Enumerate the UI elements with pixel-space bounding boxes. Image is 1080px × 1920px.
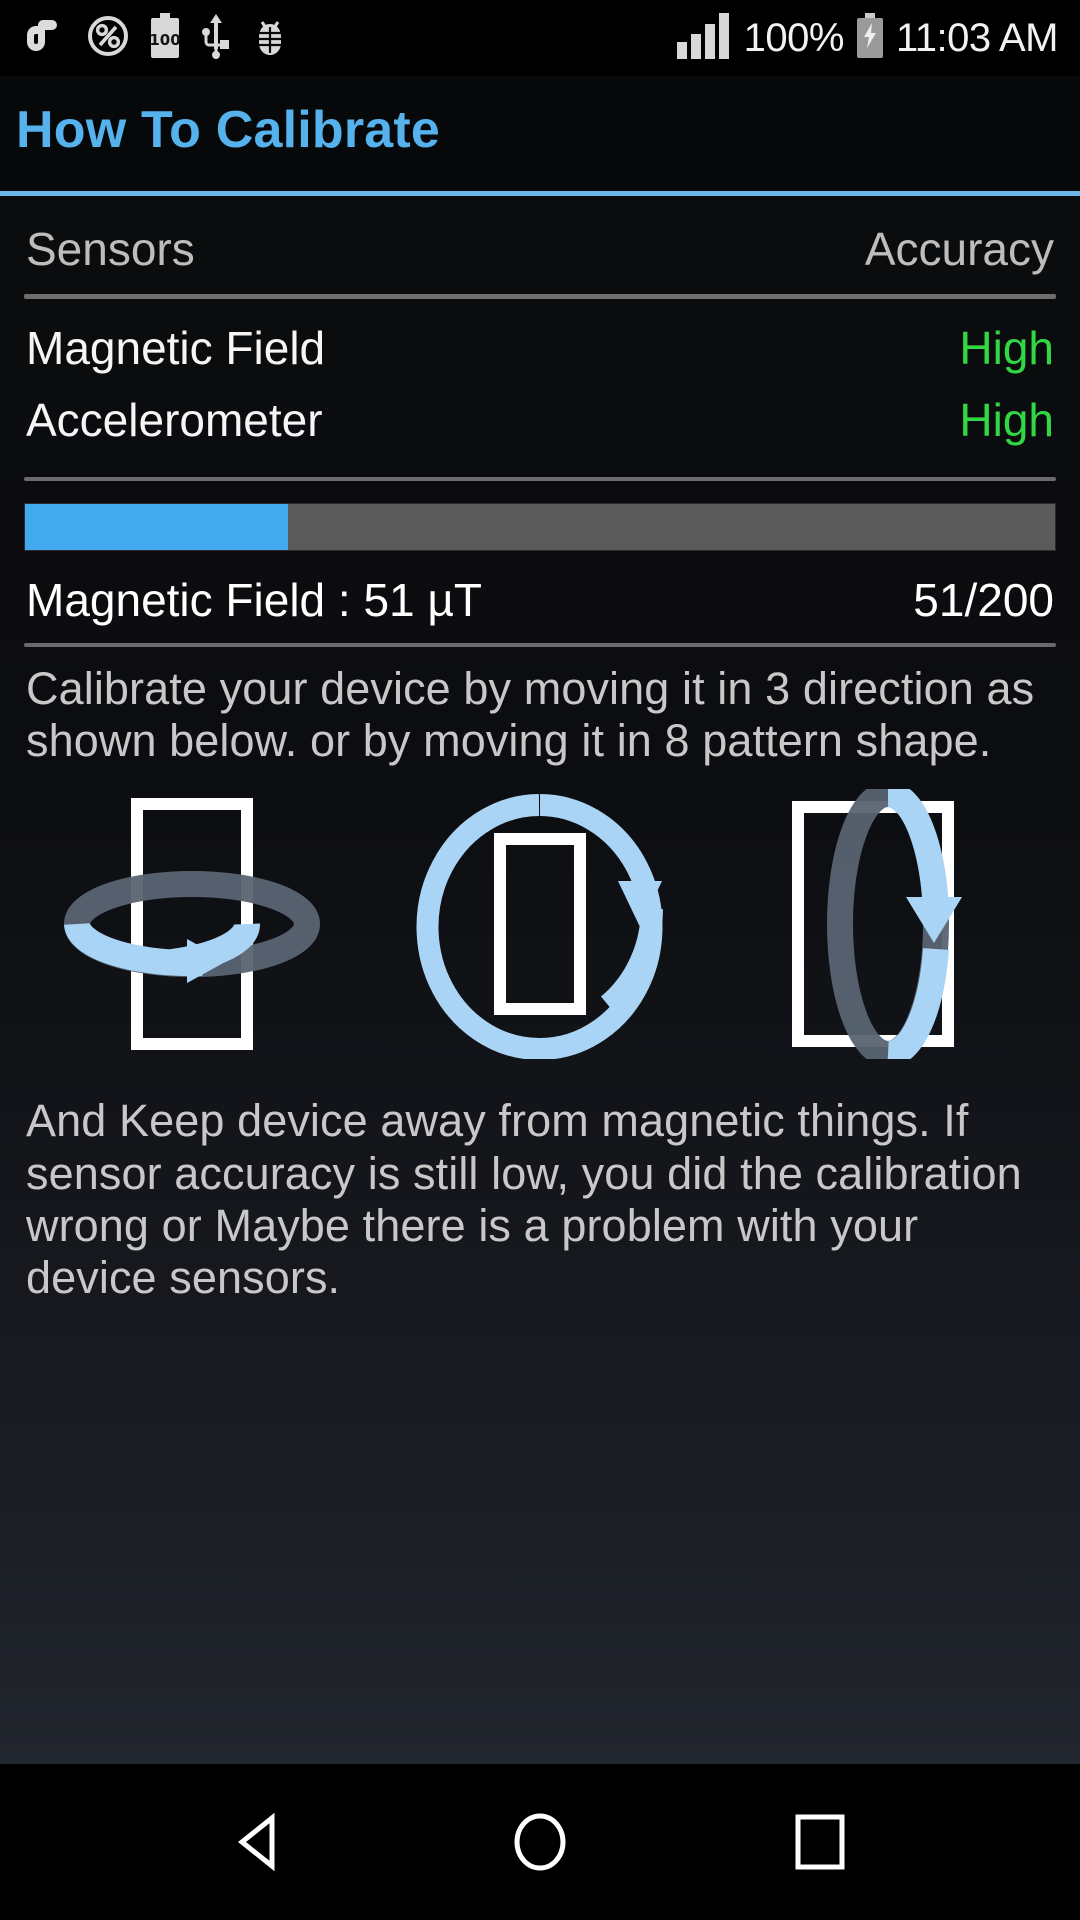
usb-icon xyxy=(200,12,232,65)
signal-bars-icon xyxy=(676,12,734,65)
title-bar: How To Calibrate xyxy=(0,76,1080,196)
divider-under-sensor-rows xyxy=(24,477,1056,481)
home-button[interactable] xyxy=(480,1782,600,1902)
rotate-vertical-illustration xyxy=(738,781,1038,1068)
recents-button[interactable] xyxy=(760,1782,880,1902)
page-title: How To Calibrate xyxy=(16,100,441,159)
clock-label: 11:03 AM xyxy=(895,16,1059,60)
sensor-name-label: Accelerometer xyxy=(26,394,323,446)
status-bar-right-icons: 100% 11:03 AM xyxy=(676,12,1059,65)
table-row: Magnetic Field High xyxy=(24,299,1056,383)
calibration-illustrations xyxy=(24,767,1056,1069)
status-bar-left-icons: 100 xyxy=(22,12,290,65)
status-badge: High xyxy=(959,322,1054,374)
main-content: Sensors Accuracy Magnetic Field High Acc… xyxy=(0,196,1080,1764)
sensors-column-header: Sensors xyxy=(26,223,195,275)
sensor-name-label: Magnetic Field xyxy=(26,322,326,374)
battery-100-icon: 100 xyxy=(148,12,182,65)
phone-screen: 100 100% 11:03 AM How To Calibrate Senso… xyxy=(0,0,1080,1920)
app-sigma-icon xyxy=(22,13,68,64)
progress-bar-fill xyxy=(25,504,288,550)
magnetic-field-value-row: Magnetic Field : 51 µT 51/200 xyxy=(24,563,1056,643)
sensor-table-header: Sensors Accuracy xyxy=(24,196,1056,294)
back-button[interactable] xyxy=(200,1782,320,1902)
percent-circle-icon xyxy=(86,14,130,63)
magnetic-field-progress-bar xyxy=(24,503,1056,551)
battery-percent-label: 100% xyxy=(743,16,845,60)
svg-text:100: 100 xyxy=(149,31,180,49)
instruction-text-bottom: And Keep device away from magnetic thing… xyxy=(26,1095,1022,1303)
status-bar: 100 100% 11:03 AM xyxy=(0,0,1080,76)
table-row: Accelerometer High xyxy=(24,383,1056,455)
rotate-flat-circle-illustration xyxy=(390,789,690,1061)
status-badge: High xyxy=(959,394,1054,446)
rotate-horizontal-illustration xyxy=(42,789,342,1059)
instruction-text-top: Calibrate your device by moving it in 3 … xyxy=(26,663,1035,767)
navigation-bar xyxy=(0,1764,1080,1920)
debug-bug-icon xyxy=(250,13,290,64)
magnetic-field-count-label: 51/200 xyxy=(913,574,1054,626)
accuracy-column-header: Accuracy xyxy=(864,223,1054,275)
battery-charging-icon xyxy=(854,12,886,65)
magnetic-field-value-label: Magnetic Field : 51 µT xyxy=(26,574,483,626)
